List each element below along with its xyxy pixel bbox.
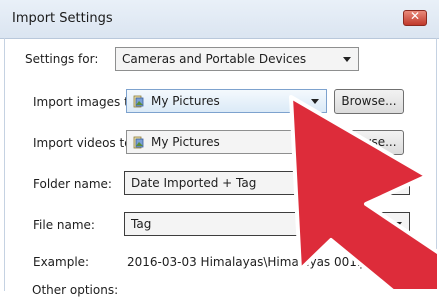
pointer-arrow-icon (289, 95, 439, 291)
